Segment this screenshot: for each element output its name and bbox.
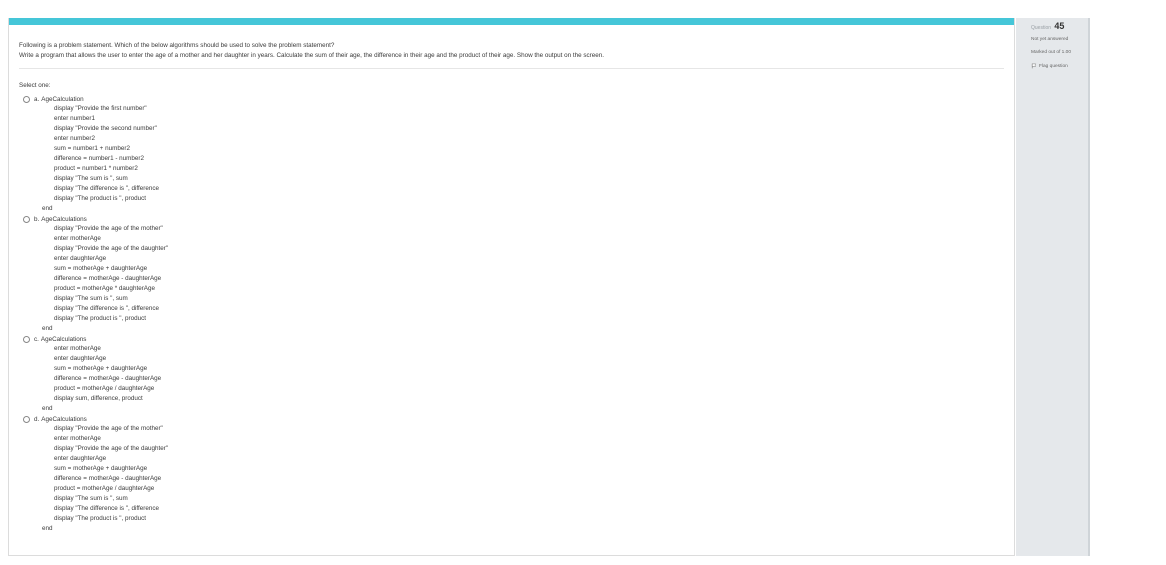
flag-question-link[interactable]: Flag question: [1031, 63, 1068, 69]
question-text-line1: Following is a problem statement. Which …: [19, 42, 335, 49]
code-line: display "The difference is ", difference: [54, 505, 160, 512]
code-line: product = motherAge * daughterAge: [54, 285, 155, 292]
code-line: difference = motherAge - daughterAge: [54, 375, 162, 382]
option-a[interactable]: a. AgeCalculation display "Provide the f…: [23, 94, 168, 214]
code-line: display sum, difference, product: [54, 395, 143, 402]
code-line: sum = number1 + number2: [54, 145, 130, 152]
flag-icon: [1031, 63, 1037, 69]
option-title: AgeCalculations: [40, 335, 87, 343]
radio-option-c[interactable]: [23, 335, 30, 343]
code-line: sum = motherAge + daughterAge: [54, 265, 148, 272]
option-c[interactable]: c. AgeCalculations enter motherAge enter…: [23, 334, 168, 414]
option-b[interactable]: b. AgeCalculations display "Provide the …: [23, 214, 168, 334]
code-line: display "The product is ", product: [54, 315, 146, 322]
code-line: enter number1: [54, 115, 95, 122]
select-one-label: Select one:: [19, 82, 51, 89]
option-title: AgeCalculation: [41, 95, 84, 103]
code-line: product = motherAge / daughterAge: [54, 385, 155, 392]
code-line: display "The sum is ", sum: [54, 175, 128, 182]
code-line: display "Provide the second number": [54, 125, 157, 132]
radio-option-d[interactable]: [23, 415, 30, 423]
code-line: sum = motherAge + daughterAge: [54, 365, 148, 372]
code-line: difference = number1 - number2: [54, 155, 145, 162]
code-line: display "The product is ", product: [54, 195, 146, 202]
option-letter: a.: [34, 95, 40, 103]
code-line: product = number1 * number2: [54, 165, 138, 172]
question-number-value: 45: [1054, 21, 1065, 31]
code-line: enter daughterAge: [54, 255, 107, 262]
code-line: enter motherAge: [54, 435, 101, 442]
code-line: display "The sum is ", sum: [54, 495, 128, 502]
code-line: display "Provide the first number": [54, 105, 147, 112]
question-info-panel: Question 45 Not yet answered Marked out …: [1016, 18, 1090, 556]
code-line: product = motherAge / daughterAge: [54, 485, 155, 492]
question-grade: Marked out of 1.00: [1031, 50, 1071, 55]
radio-option-b[interactable]: [23, 215, 30, 223]
code-line: enter motherAge: [54, 235, 101, 242]
code-line: display "Provide the age of the daughter…: [54, 245, 169, 252]
code-end: end: [42, 405, 53, 412]
option-title: AgeCalculations: [41, 215, 87, 223]
code-line: enter number2: [54, 135, 95, 142]
option-title: AgeCalculations: [41, 415, 87, 423]
answer-options: a. AgeCalculation display "Provide the f…: [23, 94, 168, 534]
code-line: difference = motherAge - daughterAge: [54, 275, 162, 282]
code-line: display "The product is ", product: [54, 515, 146, 522]
question-number: Question 45: [1031, 21, 1064, 31]
question-panel: Following is a problem statement. Which …: [8, 18, 1015, 556]
question-label: Question: [1031, 25, 1052, 31]
code-end: end: [42, 525, 53, 532]
code-line: display "Provide the age of the mother": [54, 225, 163, 232]
code-end: end: [42, 325, 53, 332]
option-d[interactable]: d. AgeCalculations display "Provide the …: [23, 414, 168, 534]
code-line: sum = motherAge + daughterAge: [54, 465, 148, 472]
question-state: Not yet answered: [1031, 37, 1069, 42]
code-line: enter daughterAge: [54, 455, 107, 462]
option-letter: d.: [34, 415, 40, 423]
question-accent-bar: [9, 18, 1014, 25]
question-prompt: Following is a problem statement. Which …: [19, 41, 999, 60]
code-line: enter daughterAge: [54, 355, 107, 362]
flag-question-label: Flag question: [1039, 63, 1068, 69]
code-line: display "The difference is ", difference: [54, 185, 160, 192]
option-letter: b.: [34, 215, 40, 223]
radio-option-a[interactable]: [23, 95, 30, 103]
option-letter: c.: [34, 335, 39, 343]
code-line: display "Provide the age of the mother": [54, 425, 163, 432]
question-text-line2: Write a program that allows the user to …: [19, 51, 605, 59]
code-end: end: [42, 205, 53, 212]
code-line: display "Provide the age of the daughter…: [54, 445, 169, 452]
divider: [19, 68, 1004, 69]
code-line: display "The difference is ", difference: [54, 305, 160, 312]
code-line: difference = motherAge - daughterAge: [54, 475, 162, 482]
code-line: enter motherAge: [54, 345, 101, 352]
code-line: display "The sum is ", sum: [54, 295, 128, 302]
